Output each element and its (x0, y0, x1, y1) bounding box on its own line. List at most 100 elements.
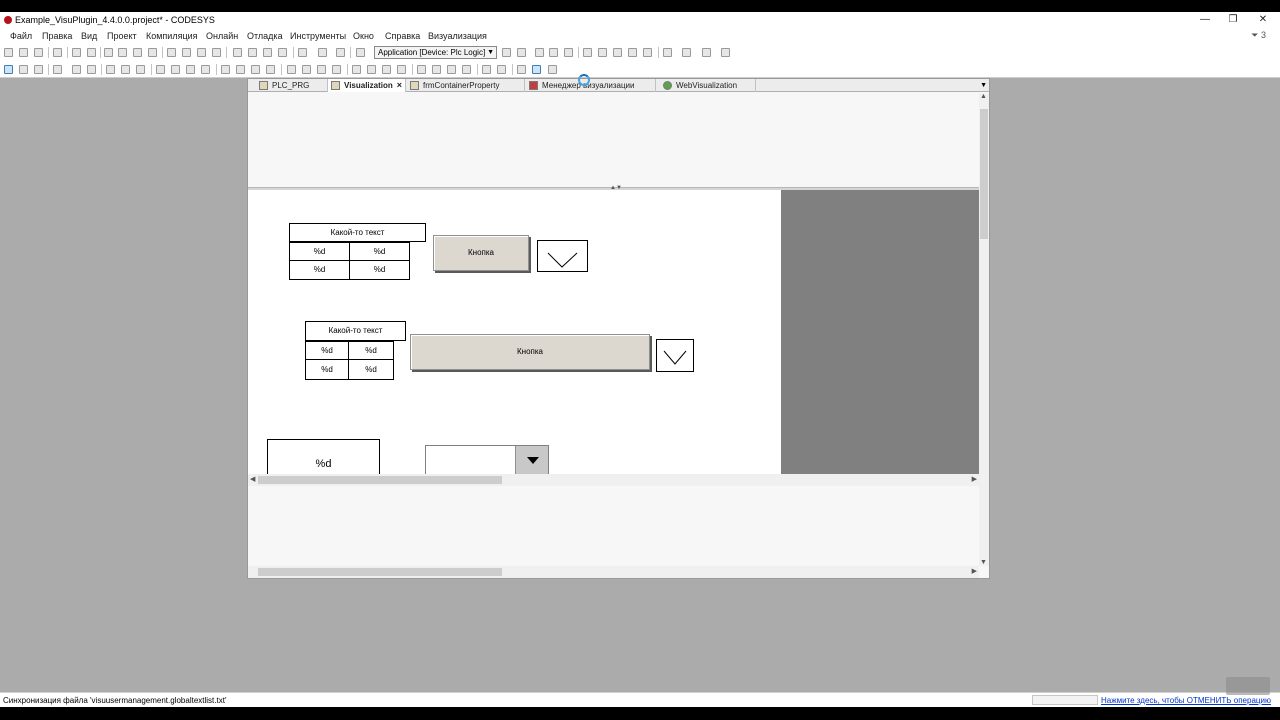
tab-visualization[interactable]: Visualization × (328, 79, 406, 92)
visu-text-field[interactable]: %d (267, 439, 380, 474)
make-same-width-icon[interactable] (251, 65, 260, 74)
scrollbar-thumb[interactable] (258, 568, 502, 576)
login-icon[interactable] (502, 48, 511, 57)
write-values-icon[interactable] (682, 48, 691, 57)
visu-text-label-1[interactable]: Какой-то текст (289, 223, 426, 242)
find-next-icon[interactable] (197, 48, 206, 57)
close-icon[interactable]: × (397, 79, 402, 92)
scroll-down-icon[interactable]: ▼ (980, 559, 987, 566)
align-top-icon[interactable] (171, 65, 180, 74)
force-values-icon[interactable] (702, 48, 711, 57)
align-center-horizontal-icon[interactable] (236, 65, 245, 74)
distribute-horizontally-icon[interactable] (287, 65, 296, 74)
scroll-up-icon[interactable]: ▲ (980, 93, 987, 100)
start-icon[interactable] (535, 48, 544, 57)
paste-icon[interactable] (133, 48, 142, 57)
menu-build[interactable]: Компиляция (146, 31, 198, 41)
zoom-icon[interactable] (482, 65, 491, 74)
save-project-icon[interactable] (34, 48, 43, 57)
group-icon[interactable] (72, 65, 81, 74)
visu-checkbox-2[interactable] (656, 339, 694, 372)
align-left-icon[interactable] (156, 65, 165, 74)
copy-icon[interactable] (118, 48, 127, 57)
next-bookmark-icon[interactable] (248, 48, 257, 57)
increase-spacing-icon[interactable] (352, 65, 361, 74)
grid-icon[interactable] (447, 65, 456, 74)
tab-webvisualization[interactable]: WebVisualization (660, 79, 756, 92)
background-icon[interactable] (432, 65, 441, 74)
run-to-cursor-icon[interactable] (643, 48, 652, 57)
menu-window[interactable]: Окно (353, 31, 374, 41)
cut-icon[interactable] (104, 48, 113, 57)
menu-view[interactable]: Вид (81, 31, 97, 41)
clear-bookmarks-icon[interactable] (278, 48, 287, 57)
new-project-icon[interactable] (4, 48, 13, 57)
menu-online[interactable]: Онлайн (206, 31, 238, 41)
menu-help[interactable]: Справка (385, 31, 420, 41)
center-in-window-icon[interactable] (397, 65, 406, 74)
decrease-spacing-icon[interactable] (367, 65, 376, 74)
menu-edit[interactable]: Правка (42, 31, 72, 41)
canvas-horizontal-scrollbar[interactable]: ◀ ▶ (248, 474, 979, 486)
minimize-button[interactable]: — (1190, 13, 1220, 27)
find-icon[interactable] (167, 48, 176, 57)
make-same-height-icon[interactable] (266, 65, 275, 74)
tab-list-dropdown-icon[interactable]: ▼ (980, 79, 987, 92)
menu-debug[interactable]: Отладка (247, 31, 283, 41)
close-button[interactable]: ✕ (1248, 13, 1278, 27)
print-icon[interactable] (53, 48, 62, 57)
make-same-size-icon[interactable] (317, 65, 326, 74)
editor-vertical-scrollbar[interactable]: ▲ ▼ (979, 93, 989, 566)
visu-combobox[interactable] (425, 445, 549, 474)
open-project-icon[interactable] (19, 48, 28, 57)
rebuild-icon[interactable] (318, 48, 327, 57)
visu-button-1[interactable]: Кнопка (433, 235, 529, 271)
restore-button[interactable]: ❐ (1218, 13, 1248, 27)
step-into-icon[interactable] (613, 48, 622, 57)
build-icon[interactable] (298, 48, 307, 57)
layout-icon[interactable] (517, 65, 526, 74)
layout-active-icon[interactable] (532, 65, 541, 74)
equal-spacing-icon[interactable] (332, 65, 341, 74)
scrollbar-thumb[interactable] (258, 476, 502, 484)
bring-to-front-icon[interactable] (106, 65, 115, 74)
generate-code-icon[interactable] (336, 48, 345, 57)
tab-visualization-manager[interactable]: Менеджер визуализации (526, 79, 656, 92)
visu-table-cell[interactable]: %d (349, 260, 410, 280)
set-next-statement-icon[interactable] (663, 48, 672, 57)
step-out-icon[interactable] (628, 48, 637, 57)
combobox-dropdown-button[interactable] (515, 446, 548, 474)
step-over-icon[interactable] (598, 48, 607, 57)
bring-forward-icon[interactable] (121, 65, 130, 74)
align-center-vertical-icon[interactable] (221, 65, 230, 74)
filter-indicator[interactable]: ⏷ 3 (1251, 30, 1266, 41)
editor-horizontal-scrollbar[interactable]: ▶ (248, 566, 979, 578)
scroll-right-icon[interactable]: ▶ (972, 474, 977, 486)
active-application-select[interactable]: Application [Device: Plc Logic] ▼ (374, 46, 497, 59)
logout-icon[interactable] (517, 48, 526, 57)
delete-icon[interactable] (148, 48, 157, 57)
toggle-breakpoint-icon[interactable] (583, 48, 592, 57)
visu-table-cell[interactable]: %d (289, 242, 350, 261)
unforce-values-icon[interactable] (721, 48, 730, 57)
visu-button-2[interactable]: Кнопка (410, 334, 650, 370)
language-icon[interactable] (497, 65, 506, 74)
send-backward-icon[interactable] (136, 65, 145, 74)
align-bottom-icon[interactable] (201, 65, 210, 74)
scrollbar-thumb[interactable] (980, 109, 988, 239)
scroll-right-icon[interactable]: ▶ (972, 566, 977, 578)
menu-tools[interactable]: Инструменты (290, 31, 346, 41)
visu-checkbox-1[interactable] (537, 240, 588, 272)
reset-icon[interactable] (564, 48, 573, 57)
tab-plc-prg[interactable]: PLC_PRG (256, 79, 328, 92)
visu-table-cell[interactable]: %d (305, 359, 349, 380)
snap-to-grid-icon[interactable] (462, 65, 471, 74)
find-previous-icon[interactable] (212, 48, 221, 57)
align-right-icon[interactable] (186, 65, 195, 74)
tab-frmcontainerproperty[interactable]: frmContainerProperty (407, 79, 525, 92)
redo-icon[interactable] (87, 48, 96, 57)
stop-icon[interactable] (549, 48, 558, 57)
visu-table-cell[interactable]: %d (348, 359, 394, 380)
bookmark-icon[interactable] (233, 48, 242, 57)
menu-visualization[interactable]: Визуализация (428, 31, 487, 41)
